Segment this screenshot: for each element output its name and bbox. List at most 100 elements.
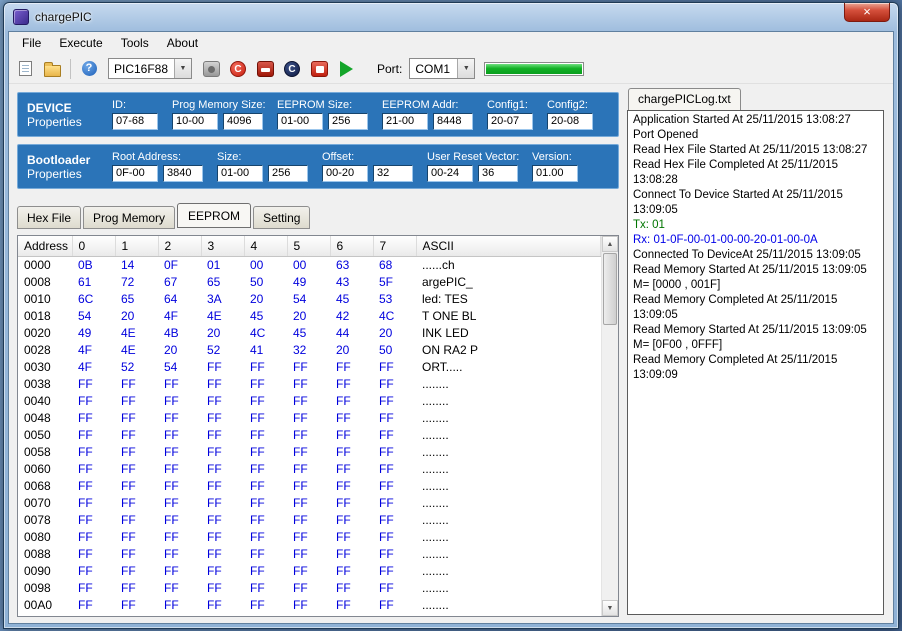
table-row[interactable]: 0048FFFFFFFFFFFFFFFF........: [18, 409, 601, 426]
column-header-5[interactable]: 5: [287, 236, 330, 256]
field-value[interactable]: 07-68: [112, 113, 158, 130]
chip-config-button[interactable]: [199, 57, 223, 81]
table-row[interactable]: 001854204F4E4520424CT ONE BL: [18, 307, 601, 324]
field-value[interactable]: 256: [328, 113, 368, 130]
table-row[interactable]: 00284F4E205241322050ON RA2 P: [18, 341, 601, 358]
column-header-4[interactable]: 4: [244, 236, 287, 256]
run-button[interactable]: [334, 57, 358, 81]
menu-about[interactable]: About: [158, 33, 207, 53]
log-content[interactable]: Application Started At 25/11/2015 13:08:…: [627, 110, 884, 615]
table-row[interactable]: 0058FFFFFFFFFFFFFFFF........: [18, 443, 601, 460]
column-header-3[interactable]: 3: [201, 236, 244, 256]
log-line: Read Memory Started At 25/11/2015 13:09:…: [633, 263, 878, 278]
field-value[interactable]: 10-00: [172, 113, 218, 130]
column-header-0[interactable]: 0: [72, 236, 115, 256]
byte-cell: FF: [244, 528, 287, 545]
table-row[interactable]: 00106C65643A20544553led: TES: [18, 290, 601, 307]
column-header-2[interactable]: 2: [158, 236, 201, 256]
byte-cell: FF: [115, 545, 158, 562]
chevron-down-icon[interactable]: ▼: [457, 59, 474, 78]
device-panel-title-line2: Properties: [27, 115, 112, 129]
table-row[interactable]: 0038FFFFFFFFFFFFFFFF........: [18, 375, 601, 392]
menu-execute[interactable]: Execute: [50, 33, 111, 53]
field-value[interactable]: 3840: [163, 165, 203, 182]
byte-cell: FF: [201, 375, 244, 392]
table-row[interactable]: 0070FFFFFFFFFFFFFFFF........: [18, 494, 601, 511]
table-row[interactable]: 0040FFFFFFFFFFFFFFFF........: [18, 392, 601, 409]
byte-cell: FF: [115, 477, 158, 494]
table-row[interactable]: 0080FFFFFFFFFFFFFFFF........: [18, 528, 601, 545]
column-header-7[interactable]: 7: [373, 236, 416, 256]
field-value[interactable]: 00-20: [322, 165, 368, 182]
field-value[interactable]: 4096: [223, 113, 263, 130]
port-select[interactable]: COM1 ▼: [409, 58, 475, 79]
tab-prog-memory[interactable]: Prog Memory: [83, 206, 175, 229]
field-value[interactable]: 36: [478, 165, 518, 182]
field-value[interactable]: 256: [268, 165, 308, 182]
byte-cell: FF: [115, 562, 158, 579]
byte-cell: FF: [373, 477, 416, 494]
byte-cell: 4C: [244, 324, 287, 341]
menu-tools[interactable]: Tools: [112, 33, 158, 53]
table-row[interactable]: 0088FFFFFFFFFFFFFFFF........: [18, 545, 601, 562]
write-button[interactable]: [253, 57, 277, 81]
ascii-cell: ........: [416, 392, 601, 409]
field-value[interactable]: 0F-00: [112, 165, 158, 182]
field-value[interactable]: 21-00: [382, 113, 428, 130]
ascii-cell: ........: [416, 596, 601, 613]
help-button[interactable]: ?: [77, 57, 101, 81]
erase-button[interactable]: C: [226, 57, 250, 81]
menu-file[interactable]: File: [13, 33, 50, 53]
verify-button[interactable]: [307, 57, 331, 81]
field-root-address: Root Address:0F-003840: [112, 151, 208, 182]
titlebar[interactable]: chargePIC ×: [4, 3, 898, 31]
column-header-ascii[interactable]: ASCII: [416, 236, 601, 256]
open-file-button[interactable]: [40, 57, 64, 81]
log-tab[interactable]: chargePICLog.txt: [628, 88, 741, 110]
scroll-up-icon[interactable]: ▲: [602, 236, 618, 252]
tab-hex-file[interactable]: Hex File: [17, 206, 81, 229]
table-row[interactable]: 0050FFFFFFFFFFFFFFFF........: [18, 426, 601, 443]
field-value[interactable]: 20-07: [487, 113, 533, 130]
device-select[interactable]: PIC16F88 ▼: [108, 58, 192, 79]
table-row[interactable]: 0098FFFFFFFFFFFFFFFF........: [18, 579, 601, 596]
field-value[interactable]: 00-24: [427, 165, 473, 182]
table-row[interactable]: 0090FFFFFFFFFFFFFFFF........: [18, 562, 601, 579]
field-value[interactable]: 8448: [433, 113, 473, 130]
byte-cell: FF: [201, 477, 244, 494]
chevron-down-icon[interactable]: ▼: [174, 59, 191, 78]
vertical-scrollbar[interactable]: ▲ ▼: [601, 236, 618, 616]
table-row[interactable]: 00000B140F0100006368......ch: [18, 256, 601, 273]
tab-setting[interactable]: Setting: [253, 206, 310, 229]
table-row[interactable]: 0060FFFFFFFFFFFFFFFF........: [18, 460, 601, 477]
table-row[interactable]: 0008617267655049435FargePIC_: [18, 273, 601, 290]
new-file-button[interactable]: [13, 57, 37, 81]
left-column: DEVICE Properties ID:07-68Prog Memory Si…: [17, 92, 619, 617]
table-row[interactable]: 00304F5254FFFFFFFFFFORT.....: [18, 358, 601, 375]
table-row[interactable]: 00A0FFFFFFFFFFFFFFFF........: [18, 596, 601, 613]
close-button[interactable]: ×: [844, 3, 890, 22]
byte-cell: FF: [115, 375, 158, 392]
field-value[interactable]: 20-08: [547, 113, 593, 130]
ascii-cell: led: TES: [416, 290, 601, 307]
log-line: Read Memory Completed At 25/11/2015 13:0…: [633, 353, 878, 383]
byte-cell: FF: [244, 477, 287, 494]
column-header-6[interactable]: 6: [330, 236, 373, 256]
field-value[interactable]: 01.00: [532, 165, 578, 182]
byte-cell: 32: [287, 341, 330, 358]
column-header-address[interactable]: Address: [18, 236, 72, 256]
field-value[interactable]: 32: [373, 165, 413, 182]
field-value[interactable]: 01-00: [217, 165, 263, 182]
table-row[interactable]: 0020494E4B204C454420INK LED: [18, 324, 601, 341]
read-button[interactable]: C: [280, 57, 304, 81]
byte-cell: FF: [330, 528, 373, 545]
table-row[interactable]: 0068FFFFFFFFFFFFFFFF........: [18, 477, 601, 494]
scroll-thumb[interactable]: [603, 253, 617, 325]
column-header-1[interactable]: 1: [115, 236, 158, 256]
table-row[interactable]: 0078FFFFFFFFFFFFFFFF........: [18, 511, 601, 528]
ascii-cell: ........: [416, 375, 601, 392]
tab-eeprom[interactable]: EEPROM: [177, 203, 251, 228]
scroll-down-icon[interactable]: ▼: [602, 600, 618, 616]
field-value[interactable]: 01-00: [277, 113, 323, 130]
address-cell: 0068: [18, 477, 72, 494]
